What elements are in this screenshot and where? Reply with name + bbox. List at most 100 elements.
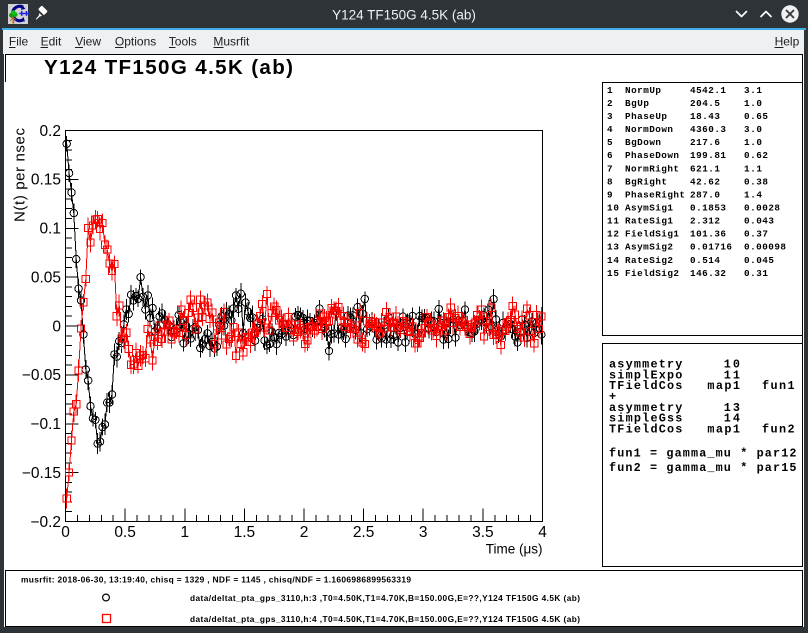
- svg-text:0.15: 0.15: [31, 172, 61, 189]
- svg-text:18.43: 18.43: [690, 111, 720, 122]
- svg-text:12: 12: [607, 229, 619, 240]
- svg-text:0.1853: 0.1853: [690, 203, 726, 214]
- svg-text:199.81: 199.81: [690, 150, 726, 161]
- svg-text:0.0028: 0.0028: [744, 203, 780, 214]
- svg-text:PhaseUp: PhaseUp: [625, 111, 667, 122]
- svg-text:−0.05: −0.05: [22, 367, 61, 384]
- svg-text:TFieldCos: TFieldCos: [609, 379, 682, 393]
- svg-text:Y124 TF150G 4.5K (ab): Y124 TF150G 4.5K (ab): [332, 8, 476, 23]
- svg-text:11: 11: [607, 216, 619, 227]
- svg-text:1.1: 1.1: [744, 163, 762, 174]
- svg-text:42.62: 42.62: [690, 176, 720, 187]
- svg-text:0.62: 0.62: [744, 150, 768, 161]
- svg-text:3: 3: [607, 111, 613, 122]
- svg-text:FieldSig2: FieldSig2: [625, 268, 679, 279]
- svg-text:2.312: 2.312: [690, 216, 720, 227]
- svg-text:N(t) per nsec: N(t) per nsec: [12, 128, 29, 223]
- svg-text:146.32: 146.32: [690, 268, 726, 279]
- svg-text:621.1: 621.1: [690, 163, 720, 174]
- svg-text:Edit: Edit: [41, 35, 62, 49]
- svg-text:2.5: 2.5: [353, 524, 375, 541]
- svg-text:data/deltat_pta_gps_3110,h:3 ,: data/deltat_pta_gps_3110,h:3 ,T0=4.50K,T…: [190, 593, 580, 603]
- svg-text:0.05: 0.05: [31, 269, 61, 286]
- svg-text:13: 13: [607, 242, 619, 253]
- svg-text:NormUp: NormUp: [625, 85, 661, 96]
- svg-text:15: 15: [607, 268, 619, 279]
- svg-text:AsymSig1: AsymSig1: [625, 203, 673, 214]
- svg-text:RateSig2: RateSig2: [625, 255, 673, 266]
- svg-text:0: 0: [61, 524, 70, 541]
- svg-text:3: 3: [419, 524, 428, 541]
- svg-text:1: 1: [607, 85, 613, 96]
- svg-text:0.043: 0.043: [744, 216, 774, 227]
- svg-text:0.01716: 0.01716: [690, 242, 732, 253]
- svg-text:3.0: 3.0: [744, 124, 762, 135]
- svg-text:101.36: 101.36: [690, 229, 726, 240]
- svg-text:0.65: 0.65: [744, 111, 768, 122]
- svg-text:PhaseDown: PhaseDown: [625, 150, 679, 161]
- svg-text:1.0: 1.0: [744, 98, 762, 109]
- svg-text:View: View: [75, 35, 101, 49]
- svg-text:8: 8: [607, 176, 613, 187]
- svg-text:1.0: 1.0: [744, 137, 762, 148]
- svg-text:AsymSig2: AsymSig2: [625, 242, 673, 253]
- svg-text:fun1: fun1: [762, 379, 795, 393]
- svg-text:−0.2: −0.2: [30, 514, 61, 531]
- svg-text:1.4: 1.4: [744, 190, 762, 201]
- svg-text:14: 14: [607, 255, 619, 266]
- svg-text:BgUp: BgUp: [625, 98, 649, 109]
- svg-text:RateSig1: RateSig1: [625, 216, 673, 227]
- svg-text:0.31: 0.31: [744, 268, 768, 279]
- svg-text:NormRight: NormRight: [625, 163, 679, 174]
- svg-text:4360.3: 4360.3: [690, 124, 726, 135]
- svg-text:4542.1: 4542.1: [690, 85, 726, 96]
- svg-text:0.2: 0.2: [39, 123, 61, 140]
- svg-text:0.1: 0.1: [39, 221, 61, 238]
- svg-text:4: 4: [538, 524, 547, 541]
- svg-text:−0.15: −0.15: [22, 465, 61, 482]
- svg-text:data/deltat_pta_gps_3110,h:4 ,: data/deltat_pta_gps_3110,h:4 ,T0=4.50K,T…: [190, 614, 580, 624]
- svg-text:7: 7: [607, 163, 613, 174]
- svg-text:fun2 = gamma_mu * par15: fun2 = gamma_mu * par15: [609, 461, 797, 475]
- svg-text:Options: Options: [115, 35, 156, 49]
- svg-text:BgRight: BgRight: [625, 176, 667, 187]
- svg-text:BgDown: BgDown: [625, 137, 661, 148]
- svg-text:217.6: 217.6: [690, 137, 720, 148]
- svg-text:287.0: 287.0: [690, 190, 720, 201]
- svg-text:5: 5: [607, 137, 613, 148]
- svg-text:0.5: 0.5: [114, 524, 136, 541]
- svg-text:6: 6: [607, 150, 613, 161]
- svg-text:PhaseRight: PhaseRight: [625, 190, 685, 201]
- svg-text:0: 0: [52, 318, 61, 335]
- svg-text:fun2: fun2: [762, 422, 795, 436]
- svg-text:204.5: 204.5: [690, 98, 720, 109]
- svg-text:2: 2: [607, 98, 613, 109]
- svg-text:Time (μs): Time (μs): [486, 542, 543, 557]
- svg-text:Y124 TF150G 4.5K (ab): Y124 TF150G 4.5K (ab): [44, 56, 293, 79]
- svg-text:map1: map1: [707, 422, 740, 436]
- svg-text:9: 9: [607, 190, 613, 201]
- svg-text:0.37: 0.37: [744, 229, 768, 240]
- svg-text:musrfit: 2018-06-30, 13:19:40,: musrfit: 2018-06-30, 13:19:40, chisq = 1…: [21, 575, 411, 585]
- svg-text:NormDown: NormDown: [625, 124, 673, 135]
- svg-text:0.514: 0.514: [690, 255, 720, 266]
- svg-text:File: File: [9, 35, 29, 49]
- svg-text:1: 1: [180, 524, 189, 541]
- svg-text:10: 10: [607, 203, 619, 214]
- svg-text:Musrfit: Musrfit: [213, 35, 250, 49]
- svg-text:−0.1: −0.1: [30, 416, 61, 433]
- svg-text:fun1 = gamma_mu * par12: fun1 = gamma_mu * par12: [609, 447, 797, 461]
- svg-text:2: 2: [300, 524, 309, 541]
- svg-text:4: 4: [607, 124, 613, 135]
- svg-text:0.045: 0.045: [744, 255, 774, 266]
- svg-text:3.5: 3.5: [472, 524, 494, 541]
- svg-text:1.5: 1.5: [234, 524, 256, 541]
- svg-text:3.1: 3.1: [744, 85, 762, 96]
- svg-text:Help: Help: [775, 35, 800, 49]
- svg-text:0.38: 0.38: [744, 176, 768, 187]
- svg-text:FieldSig1: FieldSig1: [625, 229, 679, 240]
- svg-text:0.00098: 0.00098: [744, 242, 786, 253]
- svg-text:Tools: Tools: [169, 35, 197, 49]
- svg-text:map1: map1: [707, 379, 740, 393]
- svg-text:TFieldCos: TFieldCos: [609, 422, 682, 436]
